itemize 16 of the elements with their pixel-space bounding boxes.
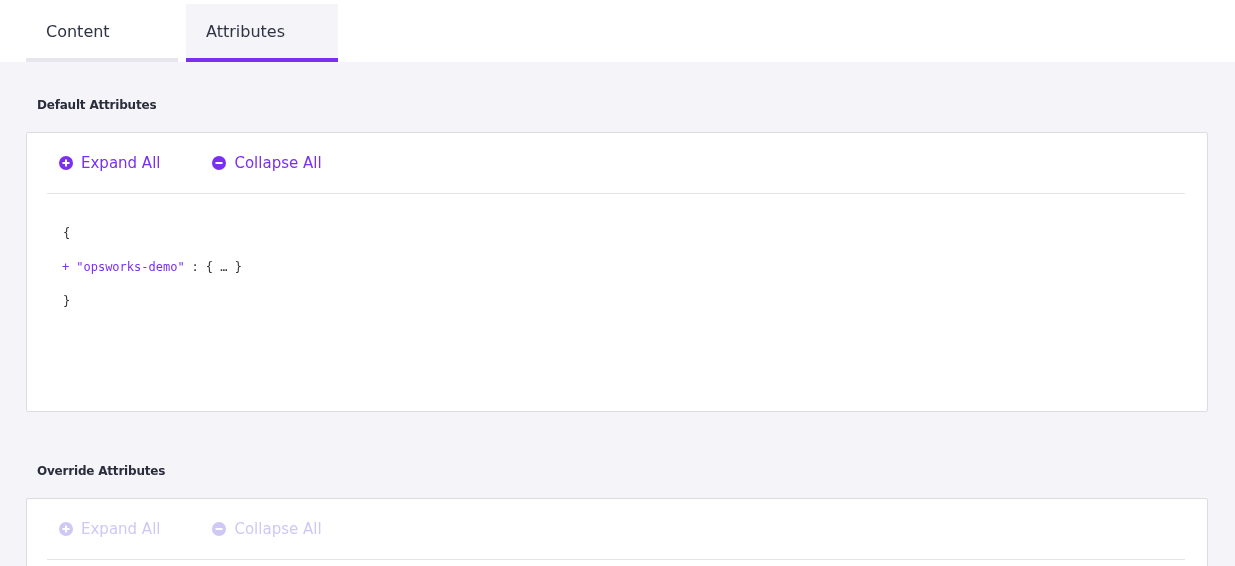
expand-toggle[interactable]: +	[62, 260, 70, 274]
section-title: Override Attributes	[37, 464, 167, 478]
tab[interactable]: Attributes	[186, 4, 338, 62]
colon: :	[191, 260, 199, 274]
brace: {	[63, 226, 71, 240]
minus-icon	[212, 156, 227, 170]
tab[interactable]: Content	[26, 4, 178, 62]
plus-icon	[59, 156, 73, 170]
expand-all-button[interactable]: Expand All	[59, 153, 161, 173]
brace: }	[63, 294, 71, 308]
json-key: "opsworks-demo"	[76, 260, 185, 274]
plus-icon	[59, 522, 73, 536]
collapse-all-button[interactable]: Collapse All	[212, 153, 322, 173]
collapsed-value[interactable]: { … }	[205, 260, 242, 274]
section-title: Default Attributes	[37, 98, 158, 112]
minus-icon	[212, 522, 227, 536]
